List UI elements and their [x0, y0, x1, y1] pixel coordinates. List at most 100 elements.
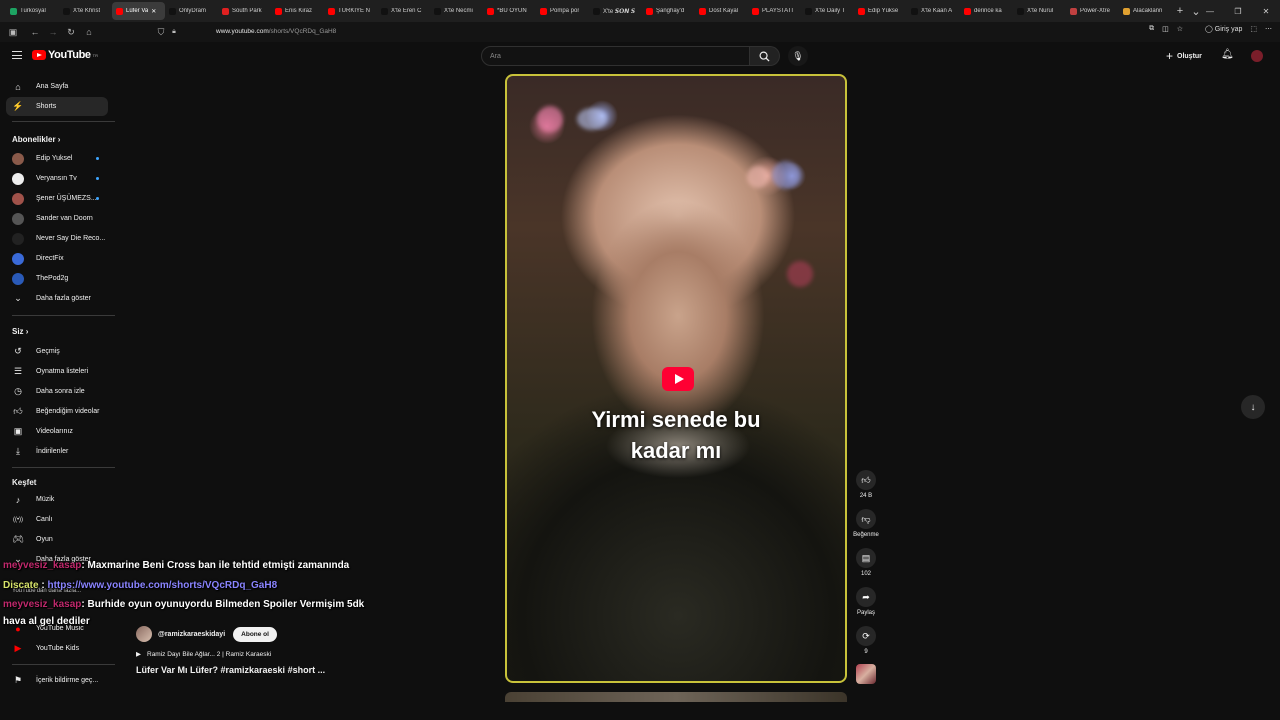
channel-avatar — [12, 232, 24, 245]
star-icon[interactable]: ☆ — [1177, 25, 1183, 33]
browser-tab[interactable]: PLAYSTATI — [748, 2, 801, 20]
sidebar-item-yt-kids[interactable]: ▶ YouTube Kids — [6, 639, 108, 658]
browser-tab[interactable]: X'te Nurul — [1013, 2, 1066, 20]
browser-tab[interactable]: Turkosyal — [6, 2, 59, 20]
sidebar-item-you[interactable]: 👍︎ Beğendiğim videolar — [6, 402, 108, 421]
browser-tab[interactable]: Dost Kayal — [695, 2, 748, 20]
browser-tab[interactable]: X'te 𝙎𝙊𝙉 𝙎 — [589, 2, 642, 20]
channel-avatar-action[interactable] — [852, 664, 880, 684]
youtube-logo[interactable]: YouTube TR — [32, 49, 98, 61]
voice-search-button[interactable]: 🎙︎ — [788, 46, 808, 66]
remix-icon[interactable]: ⟳ — [856, 626, 876, 646]
browser-tab[interactable]: South Park — [218, 2, 271, 20]
sidebar-item-you[interactable]: ⤓ İndirilenler — [6, 442, 108, 461]
sidebar-item-report[interactable]: ⚑ İçerik bildirme geç... — [6, 671, 108, 690]
thumbs-up-icon[interactable]: 👍︎ — [856, 470, 876, 490]
menu-icon[interactable] — [12, 51, 22, 59]
subscription-item[interactable]: Şener ÜŞÜMEZS... — [6, 189, 108, 208]
sidebar-item-you[interactable]: ↺ Geçmiş — [6, 342, 108, 361]
browser-tab[interactable]: *BU OYUN — [483, 2, 536, 20]
comment-icon[interactable]: ▤ — [856, 548, 876, 568]
subscription-item[interactable]: Edip Yuksel — [6, 149, 108, 168]
minimize-icon[interactable]: — — [1196, 0, 1224, 22]
you-heading[interactable]: Siz › — [12, 327, 28, 336]
next-short-button[interactable]: ↓ — [1241, 395, 1265, 419]
browser-tab[interactable]: Alacaklann — [1119, 2, 1172, 20]
subscription-item[interactable]: Sander van Doorn — [6, 209, 108, 228]
create-button[interactable]: + Oluştur — [1166, 48, 1202, 64]
browser-tab[interactable]: TÜRKİYE N — [324, 2, 377, 20]
account-avatar[interactable] — [1251, 50, 1263, 62]
chevron-right-icon: › — [55, 135, 61, 144]
subscription-item[interactable]: Veryansın Tv — [6, 169, 108, 188]
browser-tab[interactable]: X'te Daily T — [801, 2, 854, 20]
next-short-preview[interactable] — [505, 692, 847, 702]
subscription-item[interactable]: ThePod2g — [6, 269, 108, 288]
browser-tab[interactable]: Power-Xtre — [1066, 2, 1119, 20]
tab-favicon-icon — [752, 7, 759, 15]
menu-dots-icon[interactable]: ⋯ — [1265, 25, 1272, 33]
sidebar-item-you[interactable]: ▣ Videolarınız — [6, 422, 108, 441]
subscription-item[interactable]: Never Say Die Reco... — [6, 229, 108, 248]
notifications-icon[interactable]: 🔔︎ — [1221, 49, 1234, 60]
sidebar-item-explore[interactable]: 🎮︎ Oyun — [6, 530, 108, 549]
split-icon[interactable]: ◫ — [1162, 25, 1169, 33]
search-input[interactable]: Ara — [481, 46, 750, 66]
chat-link[interactable]: https://www.youtube.com/shorts/VQcRDq_Ga… — [47, 580, 277, 591]
browser-tab[interactable]: Edip Yükse — [854, 2, 907, 20]
browser-tab[interactable]: Lüfer Va ✕ — [112, 2, 165, 20]
uploader-avatar[interactable] — [136, 626, 152, 642]
sign-in-button[interactable]: ◯ Giriş yap — [1205, 25, 1242, 33]
tab-close-icon[interactable]: ✕ — [151, 8, 156, 15]
restore-icon[interactable]: ❐ — [1224, 0, 1252, 22]
browser-tab[interactable]: X'te Kaan A — [907, 2, 960, 20]
sidebar-item-explore[interactable]: ♪ Müzik — [6, 490, 108, 509]
extensions-icon[interactable]: ⬚ — [1250, 25, 1257, 33]
short-video-player[interactable]: Yirmi senede bu kadar mı — [505, 74, 847, 683]
browser-tab[interactable]: X'te Necmi — [430, 2, 483, 20]
channel-handle[interactable]: @ramizkaraeskidayi — [158, 631, 225, 638]
thumbs-down-icon[interactable]: 👎︎ — [856, 509, 876, 529]
bokeh-light — [772, 161, 800, 189]
dislike-action[interactable]: 👎︎ Beğenme — [852, 509, 880, 538]
subscribe-button[interactable]: Abone ol — [233, 626, 277, 642]
like-action[interactable]: 👍︎ 24 B — [852, 470, 880, 499]
music-row[interactable]: ▶ Ramiz Dayı Bile Ağlar... 2 | Ramiz Kar… — [136, 650, 325, 659]
sidebar-item-you[interactable]: ☰ Oynatma listeleri — [6, 362, 108, 381]
comment-action[interactable]: ▤ 102 — [852, 548, 880, 577]
reload-icon[interactable]: ↻ — [62, 23, 80, 41]
sidebar-item-you[interactable]: ◷ Daha sonra izle — [6, 382, 108, 401]
browser-tab[interactable]: Pompa por — [536, 2, 589, 20]
arrow-down-icon: ↓ — [1250, 401, 1256, 413]
sidebar-item-shorts[interactable]: ⚡ Shorts — [6, 97, 108, 116]
tab-favicon-icon — [381, 7, 388, 15]
browser-tab[interactable]: X'te Eren C — [377, 2, 430, 20]
search-button[interactable] — [750, 46, 780, 66]
remix-action[interactable]: ⟳ 9 — [852, 626, 880, 655]
browser-tab[interactable]: derince ka — [960, 2, 1013, 20]
sidebar-item-explore[interactable]: ((•)) Canlı — [6, 510, 108, 529]
browser-tab[interactable]: Şanghay'd — [642, 2, 695, 20]
tab-favicon-icon — [699, 7, 706, 15]
subscriptions-heading[interactable]: Abonelikler › — [12, 135, 60, 144]
subscription-item[interactable]: DirectFix — [6, 249, 108, 268]
url-text[interactable]: www.youtube.com/shorts/VQcRDq_GaH8 — [216, 28, 336, 35]
show-more-button[interactable]: ⌄ Daha fazla göster — [6, 289, 108, 308]
reader-icon[interactable]: ⧉ — [1149, 25, 1154, 33]
back-icon[interactable]: ← — [26, 23, 44, 41]
channel-avatar[interactable] — [856, 664, 876, 684]
close-window-icon[interactable]: ✕ — [1252, 0, 1280, 22]
music-icon: ♪ — [15, 494, 21, 505]
browser-tab[interactable]: Enis Kiraz — [271, 2, 324, 20]
sidebar-toggle-icon[interactable]: ▣ — [4, 23, 22, 41]
sidebar-item-home[interactable]: ⌂ Ana Sayfa — [6, 77, 108, 96]
home-browser-icon[interactable]: ⌂ — [80, 23, 98, 41]
play-pause-icon[interactable] — [662, 367, 694, 391]
forward-icon[interactable]: → — [44, 23, 62, 41]
lock-icon[interactable]: 🔒︎ — [165, 23, 183, 41]
share-icon[interactable]: ➦ — [856, 587, 876, 607]
browser-tab[interactable]: OnlyDram — [165, 2, 218, 20]
browser-tab[interactable]: X'te Khrist — [59, 2, 112, 20]
new-tab-button[interactable]: + — [1172, 5, 1188, 17]
share-action[interactable]: ➦ Paylaş — [852, 587, 880, 616]
